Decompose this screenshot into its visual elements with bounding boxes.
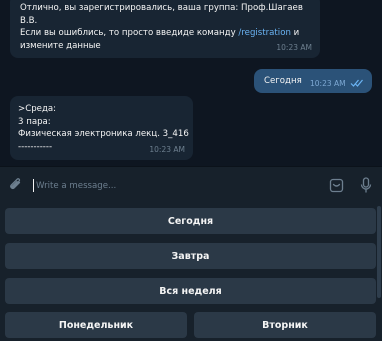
reply-keyboard: Сегодня Завтра Вся неделя Понедельник Вт… — [0, 204, 382, 341]
keyboard-button-tomorrow[interactable]: Завтра — [5, 243, 376, 269]
message-line: измените данные — [20, 40, 101, 51]
message-line: Отлично, вы зарегистрировались, ваша гру… — [20, 3, 303, 13]
message-line: Если вы ошиблись, то просто введиде кома… — [20, 27, 310, 40]
message-registration: Отлично, вы зарегистрировались, ваша гру… — [10, 0, 320, 58]
keyboard-button-today[interactable]: Сегодня — [5, 208, 376, 234]
registration-command-link[interactable]: /registration — [238, 28, 290, 38]
keyboard-button-monday[interactable]: Понедельник — [5, 312, 187, 338]
sticker-icon[interactable] — [329, 178, 344, 193]
message-schedule: >Среда: 3 пара: Физическая электроника л… — [10, 96, 193, 160]
message-line: >Среда: — [18, 104, 57, 114]
message-time: 10:23 AM — [276, 42, 312, 52]
read-checkmarks-icon — [350, 79, 363, 87]
sent-text: Сегодня — [264, 76, 302, 86]
keyboard-button-week[interactable]: Вся неделя — [5, 278, 376, 304]
message-text: и — [290, 28, 300, 38]
text-cursor — [33, 179, 34, 192]
microphone-icon[interactable] — [360, 177, 372, 194]
message-input[interactable] — [36, 176, 316, 196]
keyboard-button-tuesday[interactable]: Вторник — [194, 312, 376, 338]
message-sent: Сегодня 10:23 AM — [254, 69, 372, 93]
message-line: Физическая электроника лекц. 3_416 — [18, 129, 189, 139]
message-time: 10:23 AM — [310, 79, 346, 88]
keyboard-scrollbar[interactable] — [377, 206, 381, 298]
message-time: 10:23 AM — [149, 144, 185, 154]
message-text: Если вы ошиблись, то просто введиде кома… — [20, 28, 239, 38]
paperclip-icon[interactable] — [8, 177, 24, 193]
message-line: В.В. — [20, 15, 38, 26]
chat-area: Отлично, вы зарегистрировались, ваша гру… — [0, 0, 382, 166]
message-composer — [0, 166, 382, 204]
message-line: 3 пара: — [18, 116, 51, 127]
